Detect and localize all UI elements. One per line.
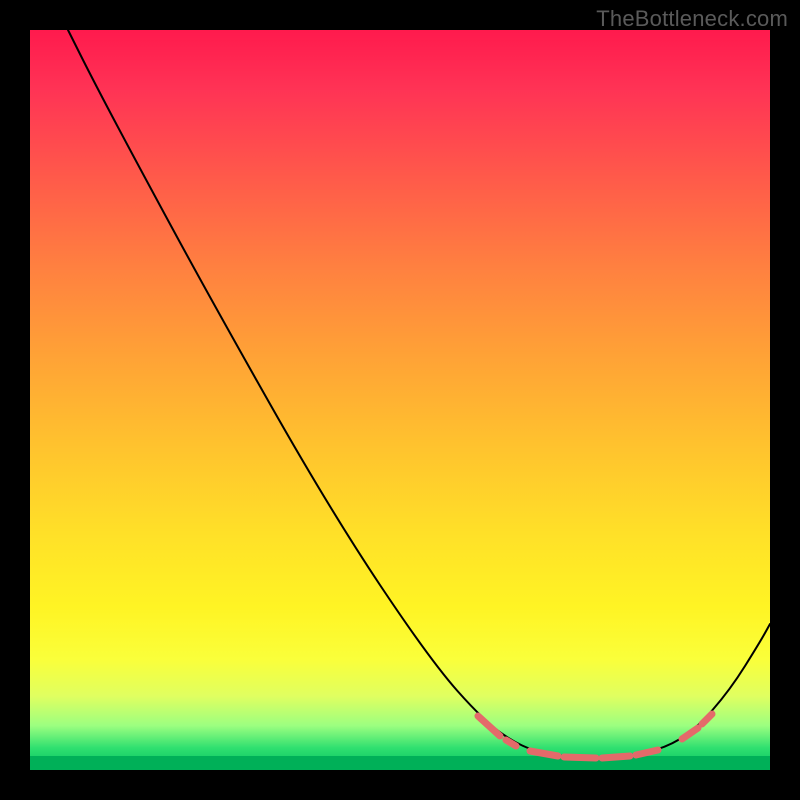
bottleneck-curve <box>68 30 770 757</box>
curve-layer <box>30 30 770 770</box>
highlight-dash <box>682 728 698 739</box>
highlight-dash <box>530 751 558 756</box>
highlight-dash <box>478 716 500 736</box>
highlight-dash <box>702 714 712 724</box>
highlight-dashes <box>478 714 712 758</box>
highlight-dash <box>602 756 630 758</box>
watermark-text: TheBottleneck.com <box>596 6 788 32</box>
highlight-dash <box>636 750 658 755</box>
highlight-dash <box>564 757 596 758</box>
